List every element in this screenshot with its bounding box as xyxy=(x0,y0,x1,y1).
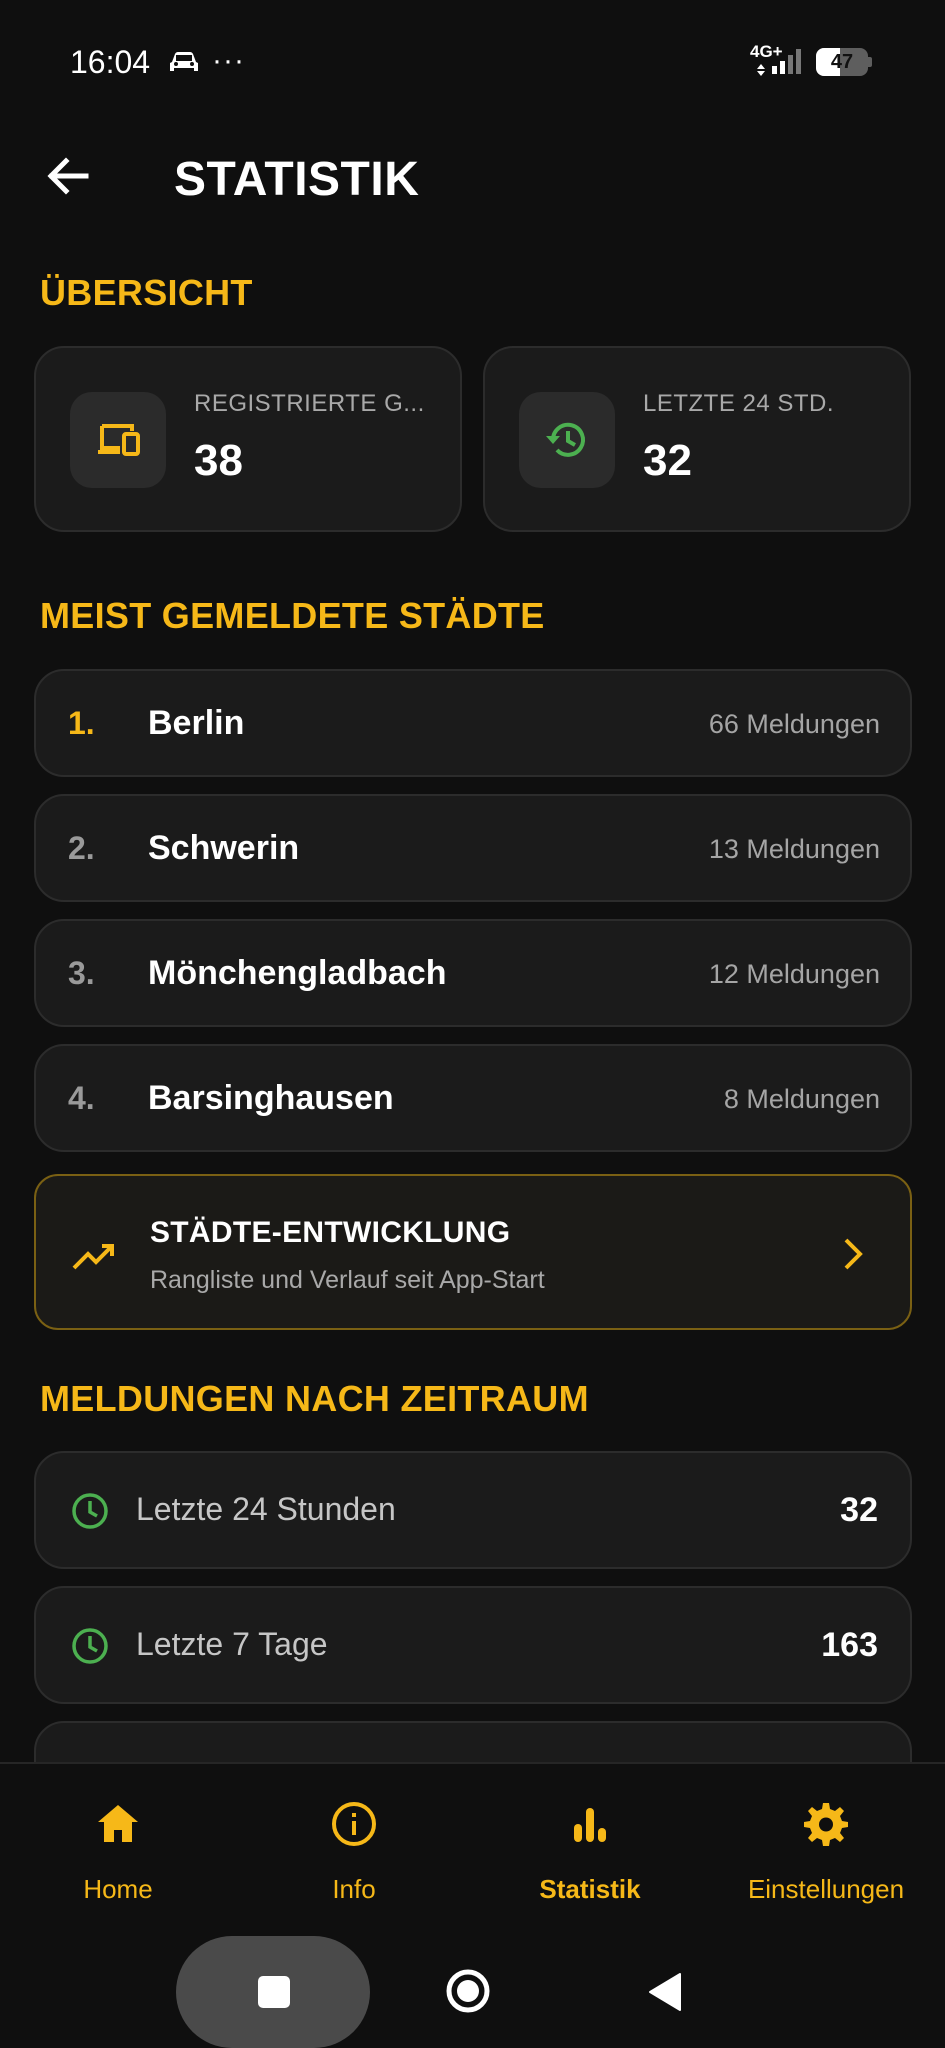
info-icon xyxy=(332,1802,376,1846)
stat-value: 38 xyxy=(194,436,243,485)
period-label: Letzte 24 Stunden xyxy=(136,1491,396,1527)
nav-einstellungen[interactable]: Einstellungen xyxy=(708,1764,944,1936)
periods-heading: MELDUNGEN NACH ZEITRAUM xyxy=(40,1378,589,1419)
more-notifications-icon: ··· xyxy=(212,44,245,77)
home-icon xyxy=(98,1805,138,1842)
battery-cap xyxy=(868,57,872,67)
city-rank: 3. xyxy=(68,955,95,991)
overview-heading: ÜBERSICHT xyxy=(40,272,253,313)
city-rank: 2. xyxy=(68,830,95,866)
stat-value: 32 xyxy=(643,436,692,485)
status-time: 16:04 xyxy=(70,44,151,80)
recents-icon xyxy=(258,1976,290,2008)
recents-button[interactable] xyxy=(176,1936,370,2048)
history-icon xyxy=(546,422,585,457)
period-row: Letzte 7 Tage 163 xyxy=(34,1586,912,1704)
city-row[interactable]: 3. Mönchengladbach 12 Meldungen xyxy=(34,919,912,1027)
period-row: Letzte 24 Stunden 32 xyxy=(34,1451,912,1569)
city-rank: 1. xyxy=(68,705,95,741)
trend-title: STÄDTE-ENTWICKLUNG xyxy=(150,1216,511,1249)
stat-label: LETZTE 24 STD. xyxy=(643,390,835,417)
nav-label: Home xyxy=(83,1874,153,1904)
city-row[interactable]: 1. Berlin 66 Meldungen xyxy=(34,669,912,777)
nav-statistik[interactable]: Statistik xyxy=(472,1764,708,1936)
data-arrows-icon xyxy=(757,64,765,76)
arrow-back-icon[interactable] xyxy=(38,146,98,206)
top-cities-heading: MEIST GEMELDETE STÄDTE xyxy=(40,595,545,636)
home-circle-icon[interactable] xyxy=(444,1967,492,2015)
page-title: STATISTIK xyxy=(174,153,420,206)
city-name: Berlin xyxy=(148,704,245,742)
bar-chart-icon xyxy=(574,1808,606,1842)
city-count: 8 Meldungen xyxy=(723,1084,880,1114)
bottom-navigation: Home Info Statistik Einstellungen xyxy=(0,1762,945,1934)
city-name: Barsinghausen xyxy=(148,1079,394,1117)
battery-icon: 47 xyxy=(816,48,868,76)
trend-subtitle: Rangliste und Verlauf seit App-Start xyxy=(150,1266,545,1294)
city-row[interactable]: 2. Schwerin 13 Meldungen xyxy=(34,794,912,902)
back-triangle-icon[interactable] xyxy=(646,1970,684,2014)
battery-level: 47 xyxy=(830,51,854,73)
car-icon xyxy=(170,52,198,71)
city-name: Schwerin xyxy=(148,829,300,867)
city-trend-button[interactable]: STÄDTE-ENTWICKLUNG Rangliste und Verlauf… xyxy=(34,1174,912,1330)
city-rank: 4. xyxy=(68,1080,95,1116)
nav-home[interactable]: Home xyxy=(0,1764,236,1936)
period-label: Letzte 7 Tage xyxy=(136,1626,328,1662)
nav-label: Einstellungen xyxy=(747,1874,905,1904)
nav-label: Statistik xyxy=(539,1874,641,1904)
gear-icon xyxy=(804,1803,848,1846)
city-count: 13 Meldungen xyxy=(708,834,880,864)
last-24h-card: LETZTE 24 STD. 32 xyxy=(483,346,911,532)
period-value: 32 xyxy=(840,1491,878,1529)
city-row[interactable]: 4. Barsinghausen 8 Meldungen xyxy=(34,1044,912,1152)
period-value: 163 xyxy=(821,1626,878,1664)
nav-info[interactable]: Info xyxy=(236,1764,472,1936)
city-name: Mönchengladbach xyxy=(148,954,447,992)
trending-up-icon xyxy=(72,1244,114,1270)
status-bar: 16:04 ··· 4G+ 47 xyxy=(0,0,945,120)
stat-label: REGISTRIERTE G... xyxy=(194,390,425,417)
chevron-right-icon xyxy=(844,1238,863,1270)
clock-icon xyxy=(72,1628,108,1664)
clock-icon xyxy=(72,1493,108,1529)
registered-devices-card: REGISTRIERTE G... 38 xyxy=(34,346,462,532)
devices-icon xyxy=(98,424,140,456)
stat-icon-box xyxy=(519,392,615,488)
stat-icon-box xyxy=(70,392,166,488)
city-count: 66 Meldungen xyxy=(708,709,880,739)
nav-label: Info xyxy=(332,1874,376,1904)
signal-icon xyxy=(772,49,801,74)
city-count: 12 Meldungen xyxy=(708,959,880,989)
